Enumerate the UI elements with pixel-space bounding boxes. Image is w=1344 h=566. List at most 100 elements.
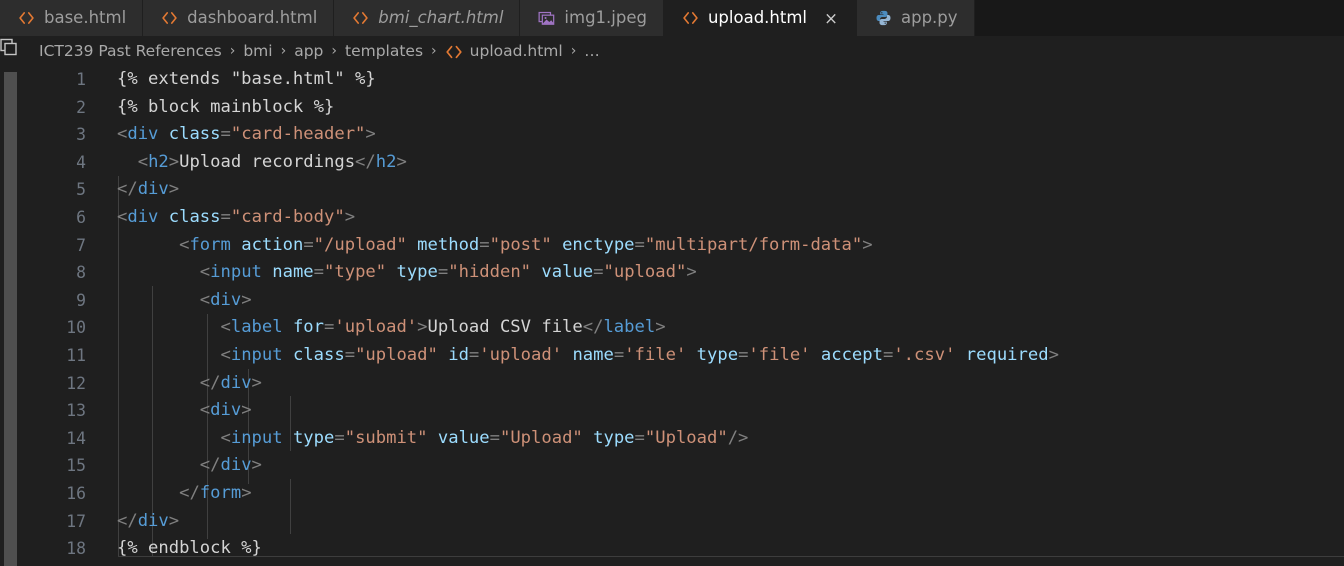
code-token-punc: <	[117, 207, 128, 227]
code-token-punc: =	[313, 262, 325, 283]
code-line-text: <form action="/upload" method="post" enc…	[117, 232, 872, 260]
code-line[interactable]: 14 <input type="submit" value="Upload" t…	[0, 425, 1344, 453]
code-token-punc: >	[168, 179, 180, 200]
code-token-punc: >	[241, 289, 252, 310]
breadcrumb-item-label: templates	[345, 42, 424, 60]
editor-tab-upload-html[interactable]: upload.html ×	[663, 0, 857, 36]
code-token-attr: action	[241, 234, 304, 255]
breadcrumb-item-3[interactable]: templates	[344, 42, 424, 60]
line-number: 12	[66, 373, 86, 393]
code-token-tag: h2	[375, 151, 397, 172]
code-token-punc: =	[738, 345, 749, 365]
line-number: 1	[76, 70, 86, 89]
code-content-area[interactable]: 1 {% extends "base.html" %} 2 {% block main…	[0, 66, 1344, 566]
breadcrumb-item-0[interactable]: ICT239 Past References	[38, 42, 223, 60]
code-token-punc: </	[117, 510, 138, 531]
code-line[interactable]: 12 </div>	[0, 370, 1344, 398]
code-line[interactable]: 2 {% block mainblock %}	[0, 94, 1344, 122]
breadcrumb-item-1[interactable]: bmi	[242, 42, 273, 60]
code-line[interactable]: 13 <div>	[0, 397, 1344, 425]
code-token-punc: =	[479, 234, 490, 255]
tab-bar-empty-space	[974, 0, 1344, 36]
code-line[interactable]: 9 <div>	[0, 287, 1344, 315]
code-token-str: 'file'	[624, 345, 687, 365]
code-token-tag: label	[603, 317, 656, 338]
code-token-punc: >	[1048, 345, 1059, 365]
editor-tab-app-py[interactable]: app.py	[857, 0, 975, 36]
code-token-punc: <	[220, 317, 231, 338]
code-line[interactable]: 7 <form action="/upload" method="post" e…	[0, 232, 1344, 260]
code-token-attr: type	[396, 262, 438, 283]
breadcrumb-item-4[interactable]: upload.html	[444, 42, 564, 60]
code-line[interactable]: 6 <div class="card-body">	[0, 204, 1344, 232]
tab-label: upload.html	[707, 7, 807, 27]
code-token-str: '.csv'	[893, 345, 956, 365]
code-token-punc: =	[324, 317, 335, 338]
code-token-punc: <	[199, 262, 211, 283]
code-line-text: <h2>Upload recordings</h2>	[117, 149, 407, 177]
code-line[interactable]: 1 {% extends "base.html" %}	[0, 66, 1344, 94]
code-line-text: <label for='upload'>Upload CSV file</lab…	[117, 314, 665, 342]
split-editor-icon[interactable]	[0, 36, 22, 62]
code-line-text: </div>	[117, 370, 262, 398]
code-token-tag: input	[210, 262, 262, 283]
code-line[interactable]: 10 <label for='upload'>Upload CSV file</…	[0, 314, 1344, 342]
line-number: 18	[66, 539, 86, 559]
html-icon	[445, 43, 463, 61]
editor-tab-img1-jpeg[interactable]: img1.jpeg	[520, 0, 664, 36]
breadcrumb-item-2[interactable]: app	[293, 42, 324, 60]
code-token-attr: required	[965, 345, 1049, 365]
tab-close-icon[interactable]: ×	[822, 9, 840, 28]
breadcrumb-separator-icon: ›	[229, 43, 236, 59]
horizontal-scrollbar[interactable]	[118, 556, 1344, 566]
line-number: 10	[66, 318, 86, 338]
code-line[interactable]: 16 </form>	[0, 480, 1344, 508]
code-token-attr: enctype	[562, 234, 635, 255]
code-token-text: Upload recordings	[179, 151, 356, 172]
code-line[interactable]: 17 </div>	[0, 508, 1344, 536]
breadcrumb-separator-icon: ›	[280, 43, 287, 59]
code-token-punc: <	[220, 345, 231, 365]
code-token-punc: =	[437, 262, 449, 283]
line-number: 17	[66, 511, 86, 531]
code-token-str: "type"	[324, 262, 387, 283]
code-token-str: "submit"	[344, 427, 428, 448]
editor-tab-bmi-chart-html[interactable]: bmi_chart.html	[334, 0, 521, 36]
code-token-attr: accept	[820, 345, 883, 365]
code-line[interactable]: 11 <input class="upload" id='upload' nam…	[0, 342, 1344, 370]
editor-tab-base-html[interactable]: base.html	[0, 0, 144, 36]
code-token-punc: >	[365, 124, 376, 145]
code-token-str: "hidden"	[448, 262, 532, 283]
code-line[interactable]: 5 </div>	[0, 176, 1344, 204]
code-token-attr: name	[572, 345, 614, 365]
code-line[interactable]: 3 <div class="card-header">	[0, 121, 1344, 149]
code-token-punc: =	[344, 345, 356, 365]
line-number: 3	[76, 125, 86, 145]
code-line[interactable]: 4 <h2>Upload recordings</h2>	[0, 149, 1344, 177]
code-token-punc: >	[344, 207, 356, 227]
code-token-punc: </	[117, 179, 138, 200]
code-line[interactable]: 15 </div>	[0, 452, 1344, 480]
code-token-attr: method	[417, 234, 480, 255]
editor-tab-dashboard-html[interactable]: dashboard.html	[143, 0, 335, 36]
code-token-punc: =	[220, 207, 231, 227]
breadcrumb-item-label: upload.html	[469, 42, 563, 60]
breadcrumb-item-5[interactable]: …	[583, 42, 601, 60]
line-number: 2	[76, 97, 86, 117]
code-token-tag: div	[210, 400, 242, 421]
code-editor[interactable]: 1 {% extends "base.html" %} 2 {% block main…	[0, 66, 1344, 566]
code-token-attr: type	[292, 427, 335, 448]
breadcrumb-item-label: app	[294, 42, 324, 60]
line-number: 9	[76, 290, 86, 310]
line-number: 14	[66, 428, 86, 448]
code-token-punc: =	[334, 427, 345, 448]
code-line[interactable]: 8 <input name="type" type="hidden" value…	[0, 259, 1344, 287]
code-line-text: <div>	[117, 397, 252, 425]
